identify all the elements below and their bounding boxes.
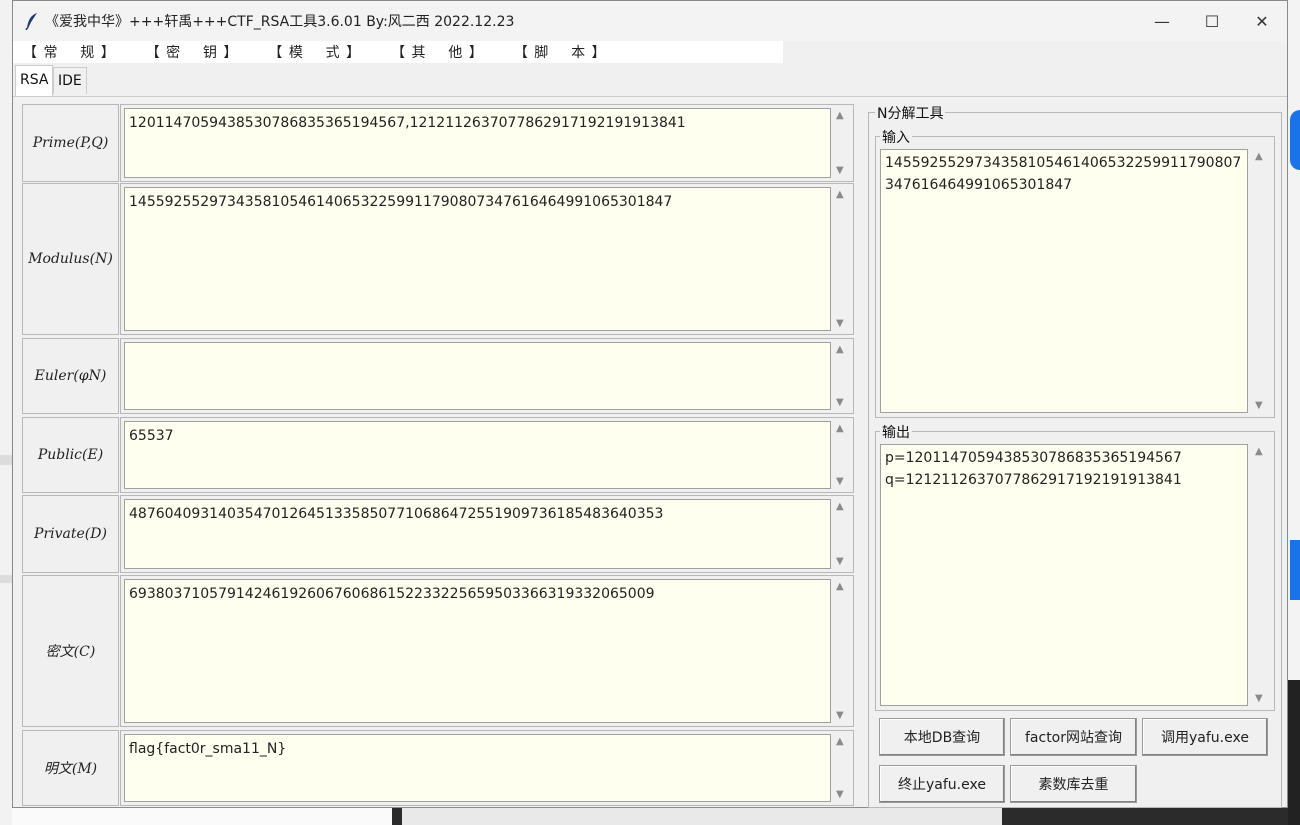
n-input-scrollbar[interactable]: ▲ ▼ — [1252, 149, 1270, 413]
scroll-up-icon[interactable]: ▲ — [1255, 446, 1263, 457]
modulus-scrollbar[interactable]: ▲ ▼ — [833, 187, 850, 331]
menu-key[interactable]: 【 密 钥 】 — [146, 42, 239, 62]
plaintext-label: 明文(M) — [22, 730, 119, 806]
desktop-strip — [0, 575, 12, 583]
prime-row: Prime(P,Q) 12011470594385307868353651945… — [22, 104, 854, 182]
ciphertext-field[interactable]: 6938037105791424619260676068615223322565… — [124, 579, 831, 723]
euler-label: Euler(φN) — [22, 338, 119, 414]
scroll-up-icon[interactable]: ▲ — [1255, 151, 1263, 162]
n-input-field[interactable]: 1455925529734358105461406532259911790807… — [880, 149, 1248, 413]
feather-icon — [25, 13, 37, 30]
desktop-strip — [0, 455, 12, 465]
plaintext-field[interactable]: flag{fact0r_sma11_N} — [124, 734, 831, 802]
plaintext-scrollbar[interactable]: ▲ ▼ — [833, 734, 850, 802]
desktop-background-bottom — [12, 808, 1288, 825]
rsa-panel: Prime(P,Q) 12011470594385307868353651945… — [13, 96, 1287, 808]
window-controls: — ☐ ✕ — [1137, 1, 1287, 41]
private-label: Private(D) — [22, 495, 119, 573]
factor-web-query-button[interactable]: factor网站查询 — [1010, 718, 1137, 756]
output-label: 输出 — [880, 422, 912, 442]
ciphertext-frame: 6938037105791424619260676068615223322565… — [120, 575, 854, 727]
menu-script[interactable]: 【 脚 本 】 — [514, 42, 607, 62]
private-frame: 4876040931403547012645133585077106864725… — [120, 495, 854, 573]
close-button[interactable]: ✕ — [1237, 1, 1287, 41]
modulus-field[interactable]: 1455925529734358105461406532259911790807… — [124, 187, 831, 331]
local-db-query-button[interactable]: 本地DB查询 — [879, 718, 1005, 756]
prime-scrollbar[interactable]: ▲ ▼ — [833, 108, 850, 178]
desktop-blue-shape — [1290, 540, 1300, 600]
n-factor-title: N分解工具 — [875, 103, 946, 123]
scroll-up-icon[interactable]: ▲ — [836, 344, 844, 355]
prime-frame: 120114705943853078683536519456​7,1212112… — [120, 104, 854, 182]
scroll-down-icon[interactable]: ▼ — [836, 789, 844, 800]
window-title: 《爱我中华》+++轩禹+++CTF_RSA工具3.6.01 By:风二西 202… — [45, 14, 515, 30]
n-output-field[interactable]: p=1201147059438530786835365194567 q=1212… — [880, 444, 1248, 706]
call-yafu-button[interactable]: 调用yafu.exe — [1142, 718, 1268, 756]
scroll-down-icon[interactable]: ▼ — [836, 556, 844, 567]
scroll-up-icon[interactable]: ▲ — [836, 110, 844, 121]
public-label: Public(E) — [22, 417, 119, 493]
scroll-down-icon[interactable]: ▼ — [836, 710, 844, 721]
menu-other[interactable]: 【 其 他 】 — [391, 42, 484, 62]
prime-label: Prime(P,Q) — [22, 104, 119, 182]
ciphertext-label: 密文(C) — [22, 575, 119, 727]
desktop-background-right — [1288, 0, 1300, 825]
scroll-down-icon[interactable]: ▼ — [836, 165, 844, 176]
desktop-background-left — [0, 0, 12, 825]
public-row: Public(E) 65537 ▲ ▼ — [22, 417, 854, 493]
scroll-up-icon[interactable]: ▲ — [836, 423, 844, 434]
public-field[interactable]: 65537 — [124, 421, 831, 489]
scroll-up-icon[interactable]: ▲ — [836, 189, 844, 200]
euler-frame: ▲ ▼ — [120, 338, 854, 414]
scroll-up-icon[interactable]: ▲ — [836, 736, 844, 747]
scroll-up-icon[interactable]: ▲ — [836, 501, 844, 512]
ciphertext-scrollbar[interactable]: ▲ ▼ — [833, 579, 850, 723]
desktop-blue-shape — [1290, 110, 1300, 170]
output-group: 输出 p=1201147059438530786835365194567 q=1… — [875, 422, 1275, 711]
private-row: Private(D) 48760409314035470126451335850… — [22, 495, 854, 573]
input-label: 输入 — [880, 127, 912, 147]
euler-scrollbar[interactable]: ▲ ▼ — [833, 342, 850, 410]
desktop-panel — [402, 808, 1002, 825]
euler-row: Euler(φN) ▲ ▼ — [22, 338, 854, 414]
scroll-down-icon[interactable]: ▼ — [1255, 400, 1263, 411]
desktop-dark-shape — [1288, 680, 1300, 825]
minimize-button[interactable]: — — [1137, 1, 1187, 41]
scroll-down-icon[interactable]: ▼ — [836, 318, 844, 329]
tab-bar: RSA IDE — [13, 63, 1287, 96]
menu-mode[interactable]: 【 模 式 】 — [268, 42, 361, 62]
scroll-down-icon[interactable]: ▼ — [836, 476, 844, 487]
private-scrollbar[interactable]: ▲ ▼ — [833, 499, 850, 569]
n-output-scrollbar[interactable]: ▲ ▼ — [1252, 444, 1270, 706]
prime-dedup-button[interactable]: 素数库去重 — [1010, 765, 1137, 803]
title-bar[interactable]: 《爱我中华》+++轩禹+++CTF_RSA工具3.6.01 By:风二西 202… — [13, 1, 1287, 41]
prime-field[interactable]: 120114705943853078683536519456​7,1212112… — [124, 108, 831, 178]
scroll-up-icon[interactable]: ▲ — [836, 581, 844, 592]
modulus-frame: 1455925529734358105461406532259911790807… — [120, 183, 854, 335]
euler-field[interactable] — [124, 342, 831, 410]
private-field[interactable]: 4876040931403547012645133585077106864725… — [124, 499, 831, 569]
stop-yafu-button[interactable]: 终止yafu.exe — [879, 765, 1005, 803]
public-scrollbar[interactable]: ▲ ▼ — [833, 421, 850, 489]
scroll-down-icon[interactable]: ▼ — [1255, 693, 1263, 704]
ciphertext-row: 密文(C) 6938037105791424619260676068615223… — [22, 575, 854, 727]
maximize-button[interactable]: ☐ — [1187, 1, 1237, 41]
n-factor-panel: N分解工具 输入 1455925529734358105461406532259… — [868, 103, 1282, 808]
desktop-panel — [12, 808, 392, 825]
input-group: 输入 1455925529734358105461406532259911790… — [875, 127, 1275, 418]
menu-bar: 【 常 规 】 【 密 钥 】 【 模 式 】 【 其 他 】 【 脚 本 】 — [13, 41, 783, 63]
plaintext-row: 明文(M) flag{fact0r_sma11_N} ▲ ▼ — [22, 730, 854, 806]
modulus-row: Modulus(N) 14559255297343581054614065322… — [22, 183, 854, 335]
plaintext-frame: flag{fact0r_sma11_N} ▲ ▼ — [120, 730, 854, 806]
tab-ide[interactable]: IDE — [53, 67, 87, 94]
modulus-label: Modulus(N) — [22, 183, 119, 335]
tab-rsa[interactable]: RSA — [15, 65, 54, 96]
menu-general[interactable]: 【 常 规 】 — [23, 42, 116, 62]
app-window: 《爱我中华》+++轩禹+++CTF_RSA工具3.6.01 By:风二西 202… — [12, 0, 1288, 808]
public-frame: 65537 ▲ ▼ — [120, 417, 854, 493]
scroll-down-icon[interactable]: ▼ — [836, 397, 844, 408]
